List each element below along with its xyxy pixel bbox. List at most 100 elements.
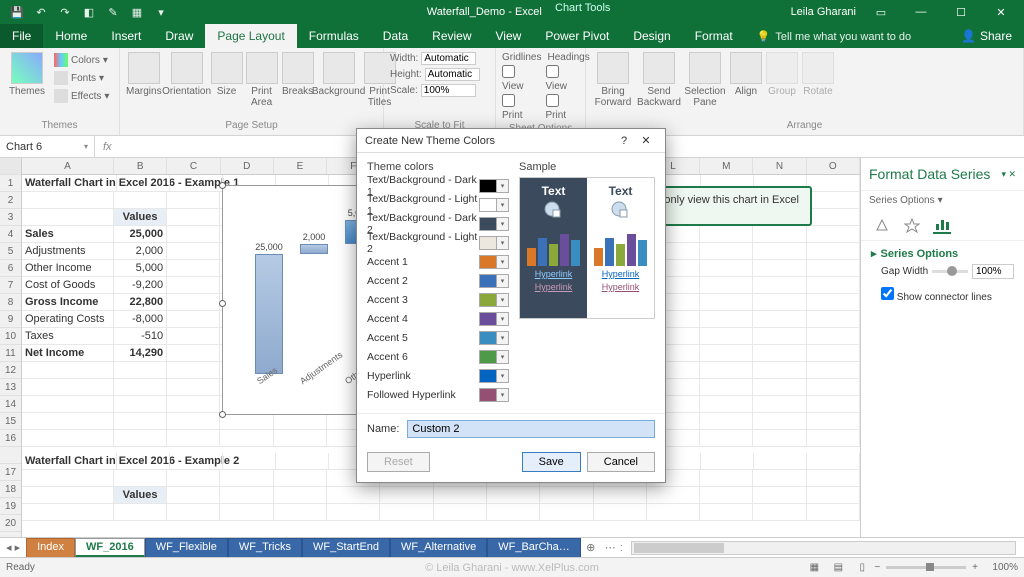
tab-insert[interactable]: Insert bbox=[99, 24, 153, 48]
cell[interactable] bbox=[700, 226, 753, 243]
cell[interactable] bbox=[753, 413, 806, 430]
color-picker[interactable]: ▾ bbox=[479, 217, 509, 231]
cell[interactable] bbox=[22, 470, 114, 487]
cell[interactable] bbox=[807, 260, 860, 277]
qat-icon[interactable]: ✎ bbox=[104, 3, 122, 21]
tab-review[interactable]: Review bbox=[420, 24, 483, 48]
cell[interactable] bbox=[220, 413, 273, 430]
cell[interactable] bbox=[807, 345, 860, 362]
select-all[interactable] bbox=[0, 158, 21, 175]
fonts-button[interactable]: Fonts ▾ bbox=[52, 70, 111, 86]
color-picker[interactable]: ▾ bbox=[479, 236, 509, 250]
row-header[interactable]: 18 bbox=[0, 481, 21, 498]
cell[interactable]: Waterfall Chart in Excel 2016 - Example … bbox=[22, 175, 117, 192]
color-picker[interactable]: ▾ bbox=[479, 312, 509, 326]
cancel-button[interactable]: Cancel bbox=[587, 452, 655, 472]
row-header[interactable]: 20 bbox=[0, 515, 21, 532]
height-input[interactable] bbox=[425, 68, 480, 81]
cell[interactable] bbox=[700, 413, 753, 430]
cell[interactable]: 22,800 bbox=[114, 294, 167, 311]
cell[interactable] bbox=[327, 487, 380, 504]
cell[interactable] bbox=[167, 470, 220, 487]
color-picker[interactable]: ▾ bbox=[479, 179, 509, 193]
color-picker[interactable]: ▾ bbox=[479, 350, 509, 364]
row-header[interactable]: 11 bbox=[0, 345, 21, 362]
sheet-tab[interactable]: WF_StartEnd bbox=[302, 538, 390, 557]
add-sheet-button[interactable]: ⊕ bbox=[581, 541, 601, 554]
normal-view-icon[interactable]: ▦ bbox=[803, 560, 825, 576]
save-button[interactable]: Save bbox=[522, 452, 581, 472]
fx-icon[interactable]: fx bbox=[95, 141, 120, 153]
cell[interactable] bbox=[167, 379, 220, 396]
cell[interactable] bbox=[117, 175, 170, 192]
cell[interactable] bbox=[220, 430, 273, 447]
ribbon-options-icon[interactable]: ▭ bbox=[866, 0, 896, 24]
cell[interactable] bbox=[700, 328, 753, 345]
row-header[interactable]: 8 bbox=[0, 294, 21, 311]
cell[interactable] bbox=[22, 379, 114, 396]
cell[interactable] bbox=[167, 192, 220, 209]
cell[interactable] bbox=[753, 487, 806, 504]
cell[interactable] bbox=[276, 453, 329, 470]
cell[interactable] bbox=[167, 209, 220, 226]
margins-button[interactable]: Margins bbox=[126, 52, 162, 97]
cell[interactable] bbox=[167, 487, 220, 504]
col-header-O[interactable]: O bbox=[807, 158, 860, 174]
col-header-M[interactable]: M bbox=[700, 158, 753, 174]
name-box[interactable]: Chart 6▾ bbox=[0, 136, 95, 157]
cell[interactable] bbox=[753, 294, 806, 311]
cell[interactable] bbox=[807, 379, 860, 396]
cell[interactable] bbox=[753, 226, 806, 243]
cell[interactable] bbox=[700, 362, 753, 379]
cell[interactable]: Operating Costs bbox=[22, 311, 114, 328]
col-header-A[interactable]: A bbox=[22, 158, 114, 174]
cell[interactable]: Adjustments bbox=[22, 243, 114, 260]
sheet-tab[interactable]: Index bbox=[26, 538, 75, 557]
cell[interactable] bbox=[114, 430, 167, 447]
cell[interactable] bbox=[753, 504, 806, 521]
close-icon[interactable]: ✕ bbox=[986, 0, 1016, 24]
cell[interactable] bbox=[167, 504, 220, 521]
themes-button[interactable]: Themes bbox=[6, 52, 48, 97]
selection-pane-button[interactable]: Selection Pane bbox=[684, 52, 726, 108]
cell[interactable] bbox=[594, 504, 647, 521]
cell[interactable] bbox=[753, 277, 806, 294]
headings-view[interactable]: View bbox=[546, 65, 580, 92]
cell[interactable] bbox=[114, 379, 167, 396]
cell[interactable] bbox=[380, 504, 433, 521]
minimize-icon[interactable]: — bbox=[906, 0, 936, 24]
series-options-icon[interactable] bbox=[933, 216, 951, 234]
effects-button[interactable]: Effects ▾ bbox=[52, 88, 111, 104]
user-name[interactable]: Leila Gharani bbox=[791, 6, 856, 18]
cell[interactable] bbox=[700, 396, 753, 413]
tab-draw[interactable]: Draw bbox=[153, 24, 205, 48]
cell[interactable] bbox=[274, 470, 327, 487]
send-backward-button[interactable]: Send Backward bbox=[638, 52, 680, 108]
cell[interactable] bbox=[807, 277, 860, 294]
print-area-button[interactable]: Print Area bbox=[246, 52, 278, 108]
cell[interactable]: Values bbox=[114, 487, 167, 504]
cell[interactable] bbox=[700, 345, 753, 362]
cell[interactable] bbox=[700, 430, 753, 447]
cell[interactable] bbox=[754, 453, 807, 470]
cell[interactable] bbox=[753, 470, 806, 487]
zoom-out-icon[interactable]: − bbox=[874, 562, 880, 573]
tab-design[interactable]: Design bbox=[621, 24, 682, 48]
cell[interactable]: Values bbox=[114, 209, 167, 226]
col-header-D[interactable]: D bbox=[221, 158, 274, 174]
cell[interactable] bbox=[274, 430, 327, 447]
cell[interactable] bbox=[167, 260, 220, 277]
cell[interactable] bbox=[274, 504, 327, 521]
cell[interactable] bbox=[22, 504, 114, 521]
cell[interactable] bbox=[647, 487, 700, 504]
align-button[interactable]: Align bbox=[730, 52, 762, 97]
page-layout-view-icon[interactable]: ▤ bbox=[827, 560, 849, 576]
row-header[interactable]: 14 bbox=[0, 396, 21, 413]
cell[interactable] bbox=[167, 226, 220, 243]
cell[interactable] bbox=[114, 413, 167, 430]
cell[interactable] bbox=[807, 487, 860, 504]
undo-icon[interactable]: ↶ bbox=[32, 3, 50, 21]
cell[interactable] bbox=[753, 362, 806, 379]
orientation-button[interactable]: Orientation bbox=[166, 52, 208, 97]
size-button[interactable]: Size bbox=[212, 52, 242, 97]
